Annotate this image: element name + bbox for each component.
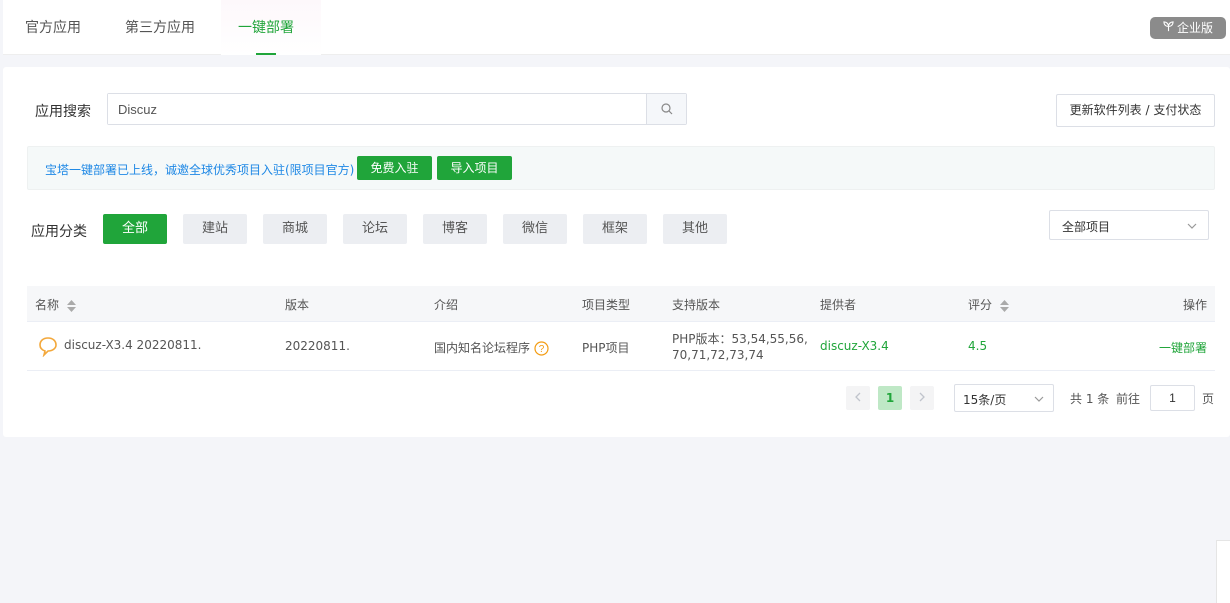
page-suffix: 页: [1202, 392, 1215, 406]
category-label: 应用分类: [31, 224, 87, 240]
app-project-type: PHP项目: [582, 341, 630, 355]
tab-third-party-apps[interactable]: 第三方应用: [125, 0, 195, 55]
chevron-right-icon: [919, 392, 925, 402]
header-support-version: 支持版本: [672, 298, 721, 312]
prev-page-button[interactable]: [846, 386, 870, 410]
chevron-down-icon: [1034, 396, 1044, 402]
page-size-select[interactable]: 15条/页: [954, 384, 1054, 412]
chevron-down-icon: [1187, 223, 1197, 229]
search-icon: [660, 103, 672, 115]
total-count: 共 1 条: [1070, 392, 1110, 406]
project-filter-select[interactable]: 全部项目: [1049, 210, 1209, 240]
top-tab-bar: 官方应用 第三方应用 一键部署 企业版: [3, 0, 1230, 55]
enterprise-badge-label: 企业版: [1176, 21, 1213, 35]
chevron-left-icon: [855, 392, 861, 402]
search-label: 应用搜索: [35, 104, 91, 120]
category-all[interactable]: 全部: [103, 214, 167, 244]
next-page-button[interactable]: [910, 386, 934, 410]
app-name[interactable]: discuz-X3.4 20220811.: [64, 338, 201, 352]
app-support-version-line2: 70,71,72,73,74: [672, 348, 764, 362]
sprout-icon: [1163, 18, 1174, 40]
table-header: 名称 版本 介绍 项目类型 支持版本 提供者 评分 操作: [27, 286, 1215, 322]
tab-official-apps[interactable]: 官方应用: [25, 0, 81, 55]
app-version: 20220811.: [285, 339, 350, 353]
app-provider-link[interactable]: discuz-X3.4: [820, 339, 889, 353]
header-provider: 提供者: [820, 298, 857, 312]
project-filter-value: 全部项目: [1062, 220, 1111, 234]
app-intro: 国内知名论坛程序 ?: [434, 339, 549, 356]
page-number-current[interactable]: 1: [878, 386, 902, 410]
header-name[interactable]: 名称: [35, 296, 76, 313]
svg-text:?: ?: [539, 344, 545, 355]
category-other[interactable]: 其他: [663, 214, 727, 244]
search-box: [107, 93, 687, 125]
help-icon[interactable]: ?: [534, 341, 549, 356]
header-action: 操作: [1183, 298, 1208, 312]
header-intro: 介绍: [434, 298, 459, 312]
forum-logo-icon: [39, 337, 57, 357]
refresh-software-list-button[interactable]: 更新软件列表 / 支付状态: [1056, 94, 1215, 127]
free-join-button[interactable]: 免费入驻: [357, 156, 432, 180]
category-website[interactable]: 建站: [183, 214, 247, 244]
app-intro-text: 国内知名论坛程序: [434, 341, 531, 355]
app-score: 4.5: [968, 339, 988, 353]
app-support-version-line1: PHP版本：53,54,55,56,: [672, 332, 808, 346]
table-row: discuz-X3.4 20220811. 20220811. 国内知名论坛程序…: [27, 322, 1215, 371]
side-float-widget[interactable]: [1216, 540, 1230, 603]
header-project-type: 项目类型: [582, 298, 631, 312]
header-score-label: 评分: [968, 298, 993, 312]
category-framework[interactable]: 框架: [583, 214, 647, 244]
sort-icon: [999, 299, 1009, 312]
category-wechat[interactable]: 微信: [503, 214, 567, 244]
goto-page-input[interactable]: [1150, 385, 1195, 411]
import-project-button[interactable]: 导入项目: [437, 156, 512, 180]
notice-bar: 宝塔一键部署已上线，诚邀全球优秀项目入驻(限项目官方) 免费入驻 导入项目: [27, 146, 1215, 190]
goto-label: 前往: [1116, 392, 1141, 406]
header-score[interactable]: 评分: [968, 296, 1009, 313]
search-button[interactable]: [646, 94, 686, 124]
category-mall[interactable]: 商城: [263, 214, 327, 244]
category-blog[interactable]: 博客: [423, 214, 487, 244]
one-click-deploy-link[interactable]: 一键部署: [1159, 339, 1207, 356]
main-panel: 应用搜索 更新软件列表 / 支付状态 宝塔一键部署已上线，诚邀全球优秀项目入驻(…: [3, 67, 1230, 437]
tab-one-click-deploy[interactable]: 一键部署: [238, 0, 294, 55]
page-size-value: 15条/页: [963, 393, 1007, 407]
header-version: 版本: [285, 298, 310, 312]
enterprise-badge[interactable]: 企业版: [1150, 17, 1226, 39]
notice-text[interactable]: 宝塔一键部署已上线，诚邀全球优秀项目入驻(限项目官方): [45, 161, 354, 178]
category-forum[interactable]: 论坛: [343, 214, 407, 244]
search-input[interactable]: [108, 94, 646, 124]
sort-icon: [66, 299, 76, 312]
header-name-label: 名称: [35, 298, 60, 312]
